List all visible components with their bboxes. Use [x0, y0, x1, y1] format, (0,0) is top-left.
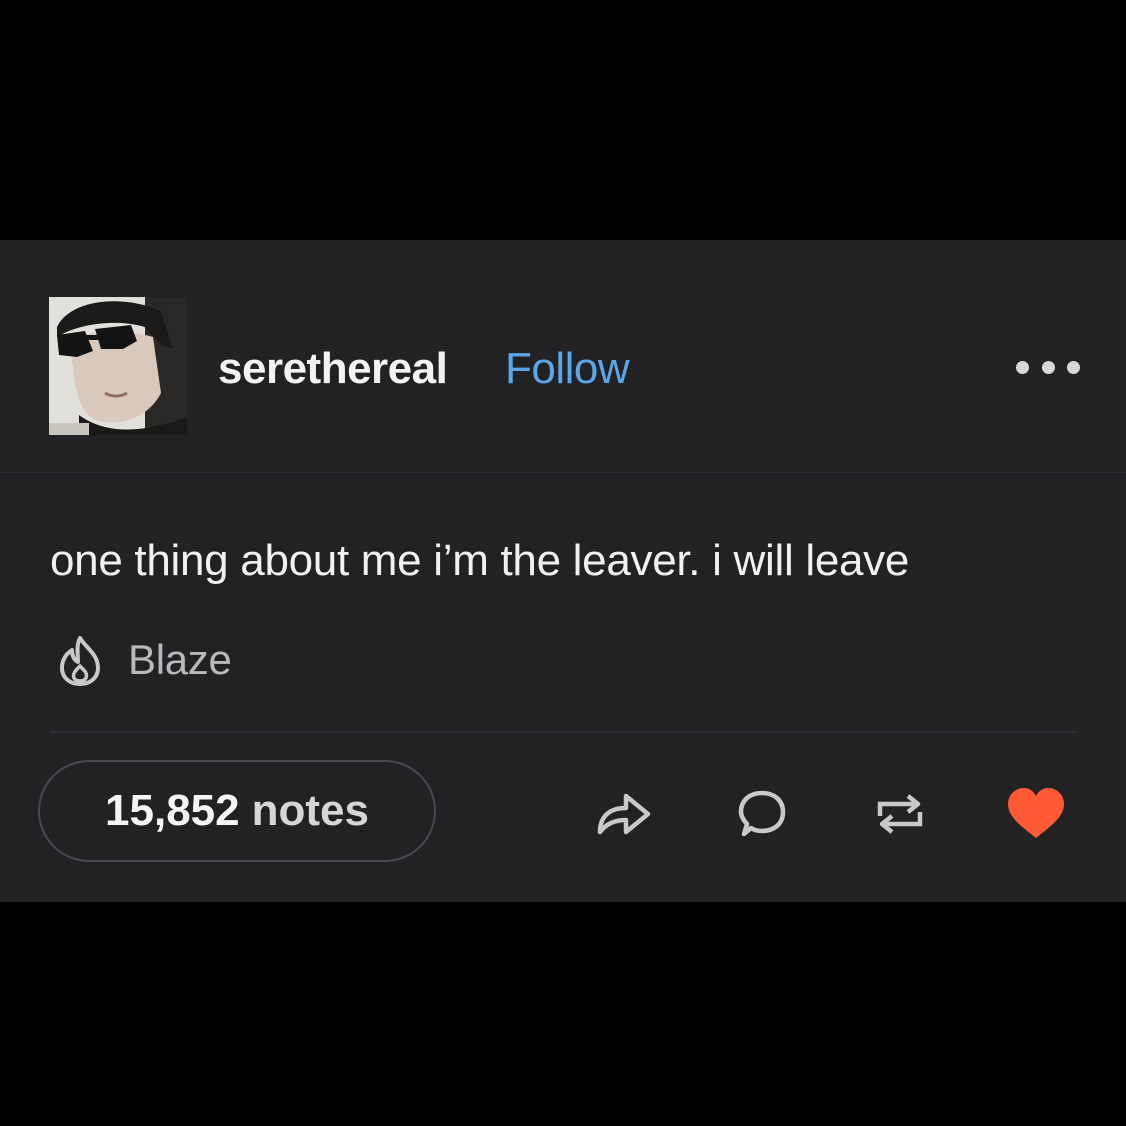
more-horizontal-icon: [1016, 360, 1029, 374]
reply-button[interactable]: [730, 784, 794, 844]
notes-label: notes: [251, 786, 369, 835]
flame-icon: [60, 636, 100, 686]
post-body: one thing about me i’m the leaver. i wil…: [50, 536, 910, 585]
more-options-button[interactable]: [1016, 352, 1080, 382]
like-button[interactable]: [1004, 784, 1068, 844]
notes-count: 15,852: [105, 786, 240, 835]
blaze-label: Blaze: [128, 636, 232, 683]
speech-bubble-icon: [738, 790, 786, 837]
notes-button[interactable]: 15,852 notes: [38, 760, 436, 862]
more-horizontal-icon-dot: [1041, 360, 1055, 374]
reblog-icon: [877, 794, 923, 834]
more-horizontal-icon-dot: [1067, 360, 1080, 374]
avatar-image: [49, 297, 187, 435]
reblog-button[interactable]: [868, 784, 932, 844]
divider: [50, 731, 1076, 733]
share-button[interactable]: [592, 784, 656, 844]
post-header: serethereal Follow: [0, 240, 1126, 473]
post-card: serethereal Follow one thing about me i’…: [0, 240, 1126, 902]
follow-button[interactable]: Follow: [505, 344, 630, 394]
share-arrow-icon: [597, 793, 651, 835]
avatar[interactable]: [49, 297, 187, 435]
username[interactable]: serethereal: [218, 344, 448, 394]
blaze-button[interactable]: Blaze: [52, 632, 232, 688]
heart-icon: [1008, 788, 1064, 838]
